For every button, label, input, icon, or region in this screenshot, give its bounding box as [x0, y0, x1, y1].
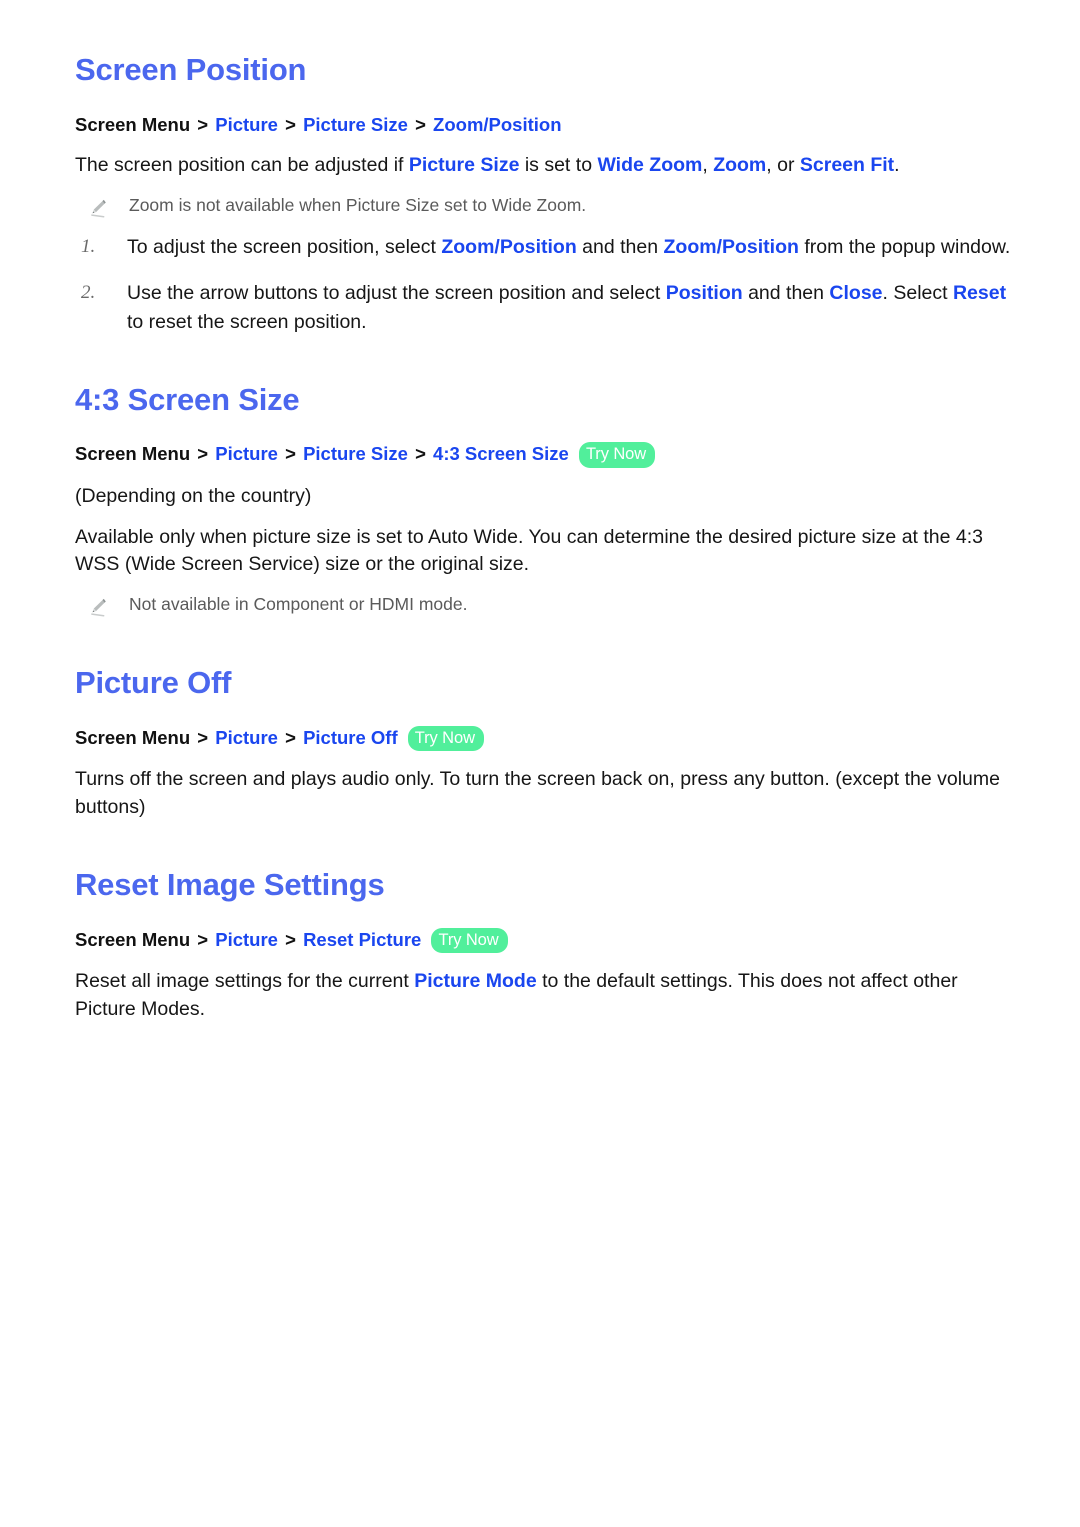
page-title: Screen Position: [75, 52, 307, 87]
pencil-icon: [88, 595, 112, 619]
section-picture-off: Picture Off Screen Menu > Picture > Pict…: [75, 665, 1022, 821]
breadcrumb-root: Screen Menu: [75, 113, 191, 135]
manual-page: Screen Position Screen Menu > Picture > …: [0, 0, 1080, 1527]
try-now-badge[interactable]: Try Now: [407, 725, 484, 752]
note-text: Not available in Component or HDMI mode.: [129, 593, 468, 614]
step-number: 2.: [81, 282, 96, 304]
highlight-picture-size: Picture Size: [408, 154, 520, 177]
text-fragment: and then: [576, 236, 664, 259]
text-fragment: to reset the screen position.: [127, 310, 367, 333]
breadcrumb-separator: >: [197, 113, 209, 135]
breadcrumb-root: Screen Menu: [75, 726, 191, 748]
section-reset-image-settings: Reset Image Settings Screen Menu > Pictu…: [75, 867, 1022, 1023]
section-body-text: Available only when picture size is set …: [75, 525, 984, 576]
breadcrumb-item-43-screen-size[interactable]: 4:3 Screen Size: [433, 443, 569, 464]
section-43-screen-size: 4:3 Screen Size Screen Menu > Picture > …: [75, 382, 1022, 619]
breadcrumb-separator: >: [285, 928, 296, 950]
note-row: Not available in Component or HDMI mode.: [75, 592, 1022, 619]
breadcrumb: Screen Menu > Picture > Picture Size > 4…: [75, 440, 1022, 469]
breadcrumb-separator: >: [285, 113, 296, 135]
highlight-reset: Reset: [952, 282, 1007, 305]
breadcrumb-item-picture[interactable]: Picture: [215, 727, 278, 748]
depends-note: (Depending on the country): [75, 484, 312, 507]
text-fragment: from the popup window.: [798, 236, 1011, 259]
try-now-badge[interactable]: Try Now: [578, 442, 656, 468]
breadcrumb-root: Screen Menu: [75, 928, 191, 950]
breadcrumb-item-zoom-position[interactable]: Zoom/Position: [433, 114, 561, 135]
breadcrumb-root: Screen Menu: [75, 443, 191, 465]
section-screen-position: Screen Position Screen Menu > Picture > …: [75, 52, 1022, 336]
breadcrumb: Screen Menu > Picture > Picture Size > Z…: [75, 111, 1022, 139]
text-fragment: Reset all image settings for the current: [75, 970, 415, 993]
text-fragment: and then: [742, 282, 830, 305]
pencil-icon: [88, 196, 112, 220]
breadcrumb-item-picture[interactable]: Picture: [215, 114, 278, 135]
highlight-position: Position: [665, 282, 743, 305]
text-fragment: Use the arrow buttons to adjust the scre…: [127, 282, 666, 305]
text-fragment: The screen position can be adjusted if: [75, 154, 409, 177]
breadcrumb: Screen Menu > Picture > Picture Off Try …: [75, 724, 1022, 753]
highlight-zoom-position: Zoom/Position: [441, 236, 577, 259]
highlight-zoom: Zoom: [713, 154, 767, 177]
breadcrumb-item-picture[interactable]: Picture: [215, 929, 278, 950]
note-row: Zoom is not available when Picture Size …: [75, 193, 1022, 220]
breadcrumb-separator: >: [197, 928, 209, 950]
breadcrumb-item-picture-off[interactable]: Picture Off: [303, 727, 398, 748]
breadcrumb-separator: >: [415, 443, 426, 465]
page-title: 4:3 Screen Size: [75, 381, 300, 417]
text-fragment: .: [894, 154, 900, 177]
section-body-text: Turns off the screen and plays audio onl…: [75, 768, 1000, 818]
highlight-picture-mode: Picture Mode: [414, 970, 537, 993]
section-body-text: Reset all image settings for the current…: [75, 968, 1022, 1023]
breadcrumb-item-picture-size[interactable]: Picture Size: [303, 443, 408, 464]
step-number: 1.: [81, 236, 96, 258]
step-list: 1. To adjust the screen position, select …: [75, 233, 1022, 336]
list-item: 1. To adjust the screen position, select …: [75, 233, 1022, 261]
page-title: Reset Image Settings: [75, 867, 385, 903]
breadcrumb-separator: >: [197, 726, 209, 748]
try-now-badge[interactable]: Try Now: [431, 927, 508, 954]
section-intro-text: The screen position can be adjusted if P…: [75, 152, 1022, 180]
page-content: Screen Position Screen Menu > Picture > …: [0, 0, 1080, 1024]
breadcrumb-item-picture[interactable]: Picture: [215, 443, 278, 464]
list-item: 2. Use the arrow buttons to adjust the sc…: [75, 279, 1022, 336]
text-fragment: , or: [766, 154, 800, 177]
breadcrumb-separator: >: [285, 443, 296, 465]
highlight-close: Close: [829, 282, 883, 305]
text-fragment: To adjust the screen position, select: [127, 236, 442, 259]
page-title: Picture Off: [75, 664, 232, 700]
breadcrumb-separator: >: [285, 726, 296, 748]
highlight-screen-fit: Screen Fit: [799, 154, 895, 177]
note-text: Zoom is not available when Picture Size …: [129, 195, 587, 216]
breadcrumb-separator: >: [197, 443, 209, 465]
highlight-wide-zoom: Wide Zoom: [597, 154, 703, 177]
breadcrumb: Screen Menu > Picture > Reset Picture Tr…: [75, 926, 1022, 955]
text-fragment: is set to: [519, 154, 598, 177]
text-fragment: ,: [702, 154, 714, 177]
breadcrumb-item-reset-picture[interactable]: Reset Picture: [303, 929, 421, 950]
breadcrumb-separator: >: [415, 113, 426, 135]
highlight-zoom-position-2: Zoom/Position: [663, 236, 799, 259]
text-fragment: . Select: [882, 282, 953, 305]
breadcrumb-item-picture-size[interactable]: Picture Size: [303, 114, 408, 135]
